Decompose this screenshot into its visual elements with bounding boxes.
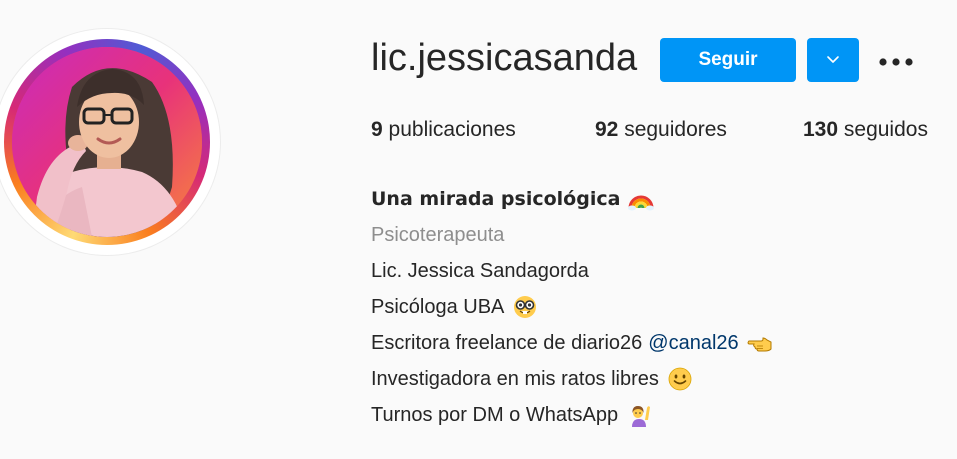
person-raising-hand-emoji [626,402,652,428]
bio-line-5-text: Turnos por DM o WhatsApp [371,404,619,426]
profile-username: lic.jessicasanda [371,37,638,79]
avatar-photo [12,47,202,237]
posts-label: publicaciones [388,118,516,141]
followers-count: 92 [595,118,619,141]
profile-page: lic.jessicasanda Seguir 9 publicaciones … [0,0,957,459]
bio-line-3-text: Escritora freelance de diario26 [371,332,643,354]
full-name: Una mirada psicológica [371,188,621,210]
more-options-button[interactable] [876,44,916,76]
suggested-accounts-dropdown-button[interactable] [807,38,859,82]
slightly-smiling-face-emoji [667,366,693,392]
bio-line-3: Escritora freelance de diario26 @canal26 [371,325,773,361]
category-line: Psicoterapeuta [371,224,505,246]
profile-bio: Una mirada psicológica Psicoterapeuta Li… [371,181,773,433]
mention-link[interactable]: @canal26 [648,325,738,361]
full-name-line: Una mirada psicológica [371,181,773,217]
bio-line-1: Lic. Jessica Sandagorda [371,260,589,282]
following-count: 130 [803,118,839,141]
posts-count: 9 [371,118,383,141]
backhand-index-pointing-left-emoji [747,330,773,356]
bio-line-2: Psicóloga UBA [371,289,773,325]
following-label: seguidos [843,118,928,141]
followers-stat[interactable]: 92 seguidores [595,118,727,142]
nerd-face-emoji [512,294,538,320]
followers-label: seguidores [624,118,727,141]
more-options-icon [879,51,913,70]
bio-line-4: Investigadora en mis ratos libres [371,361,773,397]
rainbow-emoji [628,186,655,212]
following-stat[interactable]: 130 seguidos [803,118,928,142]
bio-line-2-text: Psicóloga UBA [371,296,505,318]
posts-stat: 9 publicaciones [371,118,516,142]
profile-avatar[interactable] [0,29,220,255]
bio-line-4-text: Investigadora en mis ratos libres [371,368,659,390]
follow-button[interactable]: Seguir [660,38,796,82]
bio-line-5: Turnos por DM o WhatsApp [371,397,773,433]
story-ring [4,39,210,245]
chevron-down-icon [825,51,841,70]
